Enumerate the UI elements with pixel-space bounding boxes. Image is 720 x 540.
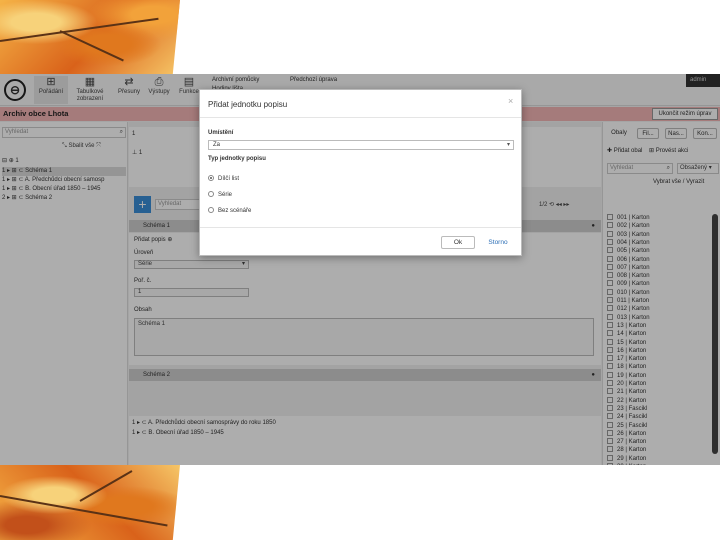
- divider: [200, 117, 521, 118]
- radio-selected-icon: [208, 175, 214, 181]
- divider: [200, 227, 521, 228]
- add-unit-dialog: Přidat jednotku popisu × Umístění Za ▾ T…: [199, 89, 522, 256]
- ok-button[interactable]: Ok: [441, 236, 475, 249]
- radio-bez-scenare[interactable]: Bez scénáře: [208, 207, 251, 215]
- chevron-down-icon: ▾: [506, 142, 510, 148]
- radio-dilci-list[interactable]: Dílčí list: [208, 175, 239, 183]
- autumn-leaves-image-top: [0, 0, 180, 74]
- autumn-leaves-image-bottom: [0, 465, 180, 540]
- placement-label: Umístění: [208, 130, 234, 136]
- radio-icon: [208, 191, 214, 197]
- dialog-title: Přidat jednotku popisu: [208, 100, 288, 109]
- unit-type-label: Typ jednotky popisu: [208, 156, 266, 162]
- radio-serie[interactable]: Série: [208, 191, 232, 199]
- radio-icon: [208, 207, 214, 213]
- cancel-button[interactable]: Storno: [482, 236, 514, 249]
- placement-select[interactable]: Za ▾: [208, 140, 514, 150]
- close-icon[interactable]: ×: [508, 96, 513, 106]
